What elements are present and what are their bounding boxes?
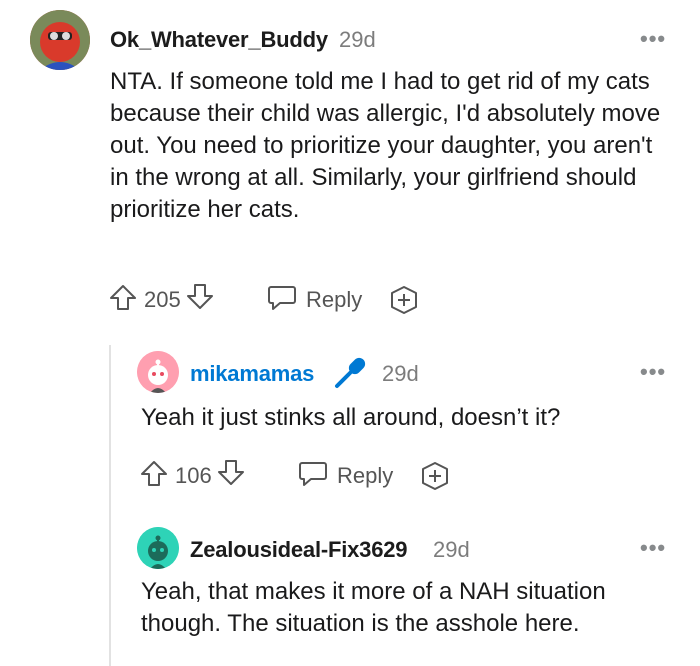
avatar[interactable] <box>30 10 90 70</box>
more-options-button[interactable]: ••• <box>640 359 666 385</box>
more-icon: ••• <box>640 359 667 384</box>
comment-body: NTA. If someone told me I had to get rid… <box>110 68 661 223</box>
reply-icon <box>266 282 298 318</box>
comment-username[interactable]: Zealousideal-Fix3629 <box>190 537 408 563</box>
vote-score: 106 <box>175 463 212 488</box>
reply-label: Reply <box>337 463 394 488</box>
comment-username[interactable]: Ok_Whatever_Buddy <box>110 27 328 53</box>
avatar-image <box>137 527 179 569</box>
reply-button[interactable]: Reply <box>266 283 362 317</box>
comment-age: 29d <box>433 537 470 562</box>
award-icon <box>388 284 420 322</box>
avatar-image <box>137 351 179 393</box>
thread-line[interactable] <box>109 345 111 666</box>
reply-icon <box>297 458 329 494</box>
comment-body: Yeah it just stinks all around, doesn’t … <box>141 404 561 431</box>
comment-username[interactable]: mikamamas <box>190 361 314 387</box>
more-icon: ••• <box>640 26 667 51</box>
award-icon <box>419 460 451 498</box>
upvote-icon[interactable] <box>139 458 169 494</box>
more-icon: ••• <box>640 535 667 560</box>
reply-label: Reply <box>306 287 363 312</box>
avatar-image <box>30 10 90 70</box>
comment-age: 29d <box>382 361 419 386</box>
more-options-button[interactable]: ••• <box>640 535 666 561</box>
vote-bar: 106 <box>139 459 246 493</box>
avatar[interactable] <box>137 351 179 393</box>
mic-icon <box>332 355 368 396</box>
vote-bar: 205 <box>108 283 215 317</box>
vote-score: 205 <box>144 287 181 312</box>
reply-button[interactable]: Reply <box>297 459 393 493</box>
comment-body: Yeah, that makes it more of a NAH situat… <box>141 578 606 637</box>
downvote-icon[interactable] <box>185 282 215 318</box>
avatar[interactable] <box>137 527 179 569</box>
comment-age: 29d <box>339 27 376 52</box>
upvote-icon[interactable] <box>108 282 138 318</box>
more-options-button[interactable]: ••• <box>640 26 666 52</box>
downvote-icon[interactable] <box>216 458 246 494</box>
award-button[interactable] <box>388 284 420 322</box>
award-button[interactable] <box>419 460 451 498</box>
